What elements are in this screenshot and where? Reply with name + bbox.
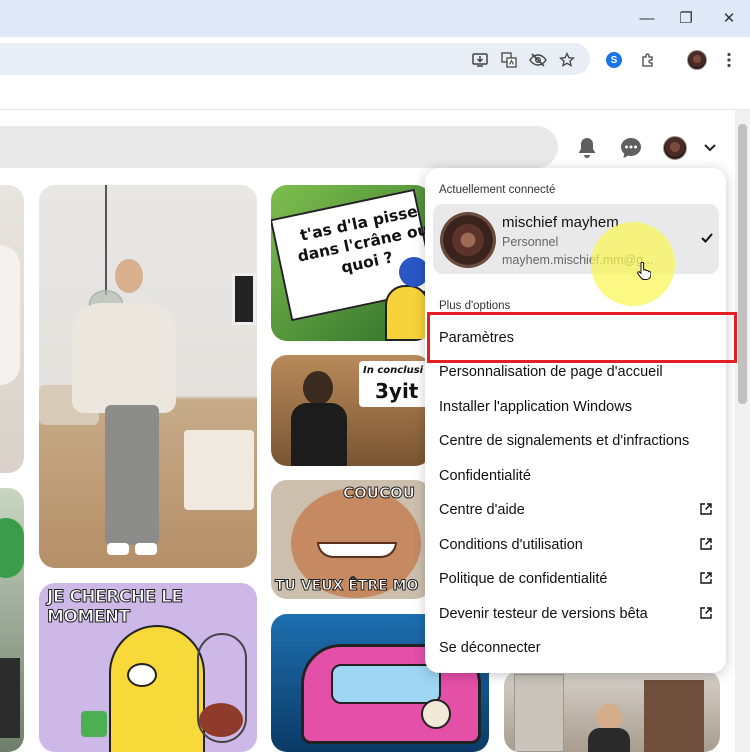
section-more-label: Plus d'options xyxy=(439,300,511,312)
pin-card[interactable]: t'as d'la pisse dans l'crâne ou quoi ? xyxy=(271,185,431,341)
minimize-button[interactable]: — xyxy=(634,6,660,30)
chat-icon[interactable] xyxy=(617,134,645,162)
external-link-icon xyxy=(700,607,712,619)
shazam-icon[interactable]: S xyxy=(603,49,625,71)
external-link-icon xyxy=(700,503,712,515)
pin-caption: COUCOU xyxy=(343,484,416,503)
external-link-icon xyxy=(700,538,712,550)
browser-titlebar: — ❐ ✕ xyxy=(0,0,750,37)
bookmarks-bar xyxy=(0,82,750,110)
cursor-highlight xyxy=(591,222,675,306)
pin-caption: 3yit xyxy=(375,379,419,403)
pin-caption: In conclusi xyxy=(363,365,424,376)
avatar[interactable] xyxy=(661,134,689,162)
hand-cursor-icon xyxy=(637,261,652,285)
external-link-icon xyxy=(700,572,712,584)
menu-item-label: Politique de confidentialité xyxy=(439,571,608,587)
eye-off-icon[interactable] xyxy=(527,49,549,71)
menu-item-beta-tester[interactable]: Devenir testeur de versions bêta xyxy=(425,597,726,631)
pin-card[interactable] xyxy=(0,488,24,752)
menu-item-label: Devenir testeur de versions bêta xyxy=(439,606,648,622)
menu-item-reports-center[interactable]: Centre de signalements et d'infractions xyxy=(425,424,726,458)
pin-caption: JE CHERCHE LE MOMENT xyxy=(47,587,184,628)
menu-item-label: Personnalisation de page d'accueil xyxy=(439,364,663,380)
account-menu: Actuellement connecté mischief mayhem Pe… xyxy=(425,168,726,673)
profile-avatar[interactable] xyxy=(686,49,708,71)
install-app-icon[interactable] xyxy=(469,49,491,71)
account-name: mischief mayhem xyxy=(502,214,619,231)
chevron-down-icon[interactable] xyxy=(696,134,724,162)
star-icon[interactable] xyxy=(556,49,578,71)
menu-item-terms[interactable]: Conditions d'utilisation xyxy=(425,528,726,562)
menu-item-help-center[interactable]: Centre d'aide xyxy=(425,493,726,527)
current-account-card[interactable]: mischief mayhem Personnel mayhem.mischie… xyxy=(433,204,719,306)
menu-item-label: Centre d'aide xyxy=(439,502,525,518)
check-icon xyxy=(701,230,713,246)
menu-item-label: Se déconnecter xyxy=(439,640,541,656)
menu-item-label: Conditions d'utilisation xyxy=(439,537,583,553)
close-button[interactable]: ✕ xyxy=(716,6,742,30)
extensions-icon[interactable] xyxy=(637,49,659,71)
pin-card[interactable] xyxy=(504,670,720,752)
account-type: Personnel xyxy=(502,235,559,249)
menu-item-privacy[interactable]: Confidentialité xyxy=(425,459,726,493)
browser-toolbar: S xyxy=(0,37,750,82)
pin-card[interactable]: In conclusi 3yit xyxy=(271,355,431,466)
section-current-label: Actuellement connecté xyxy=(439,184,556,196)
translate-icon[interactable] xyxy=(498,49,520,71)
search-input[interactable] xyxy=(0,126,558,168)
menu-item-label: Confidentialité xyxy=(439,468,531,484)
pin-card[interactable]: COUCOU TU VEUX ÊTRE MO xyxy=(271,480,431,599)
highlight-annotation-box xyxy=(427,312,737,363)
menu-item-label: Centre de signalements et d'infractions xyxy=(439,433,690,449)
pin-card[interactable] xyxy=(39,185,257,568)
menu-item-privacy-policy[interactable]: Politique de confidentialité xyxy=(425,562,726,596)
restore-button[interactable]: ❐ xyxy=(673,6,699,30)
bell-icon[interactable] xyxy=(573,134,601,162)
account-avatar xyxy=(440,212,496,268)
pin-card[interactable]: JE CHERCHE LE MOMENT xyxy=(39,583,257,752)
more-menu-icon[interactable] xyxy=(718,49,740,71)
page-scrollbar[interactable] xyxy=(735,110,750,752)
menu-item-log-out[interactable]: Se déconnecter xyxy=(425,631,726,665)
pin-card[interactable] xyxy=(0,185,24,473)
menu-item-install-windows-app[interactable]: Installer l'application Windows xyxy=(425,390,726,424)
menu-item-label: Installer l'application Windows xyxy=(439,399,632,415)
pin-caption: TU VEUX ÊTRE MO xyxy=(274,578,419,595)
scrollbar-thumb[interactable] xyxy=(738,124,747,404)
